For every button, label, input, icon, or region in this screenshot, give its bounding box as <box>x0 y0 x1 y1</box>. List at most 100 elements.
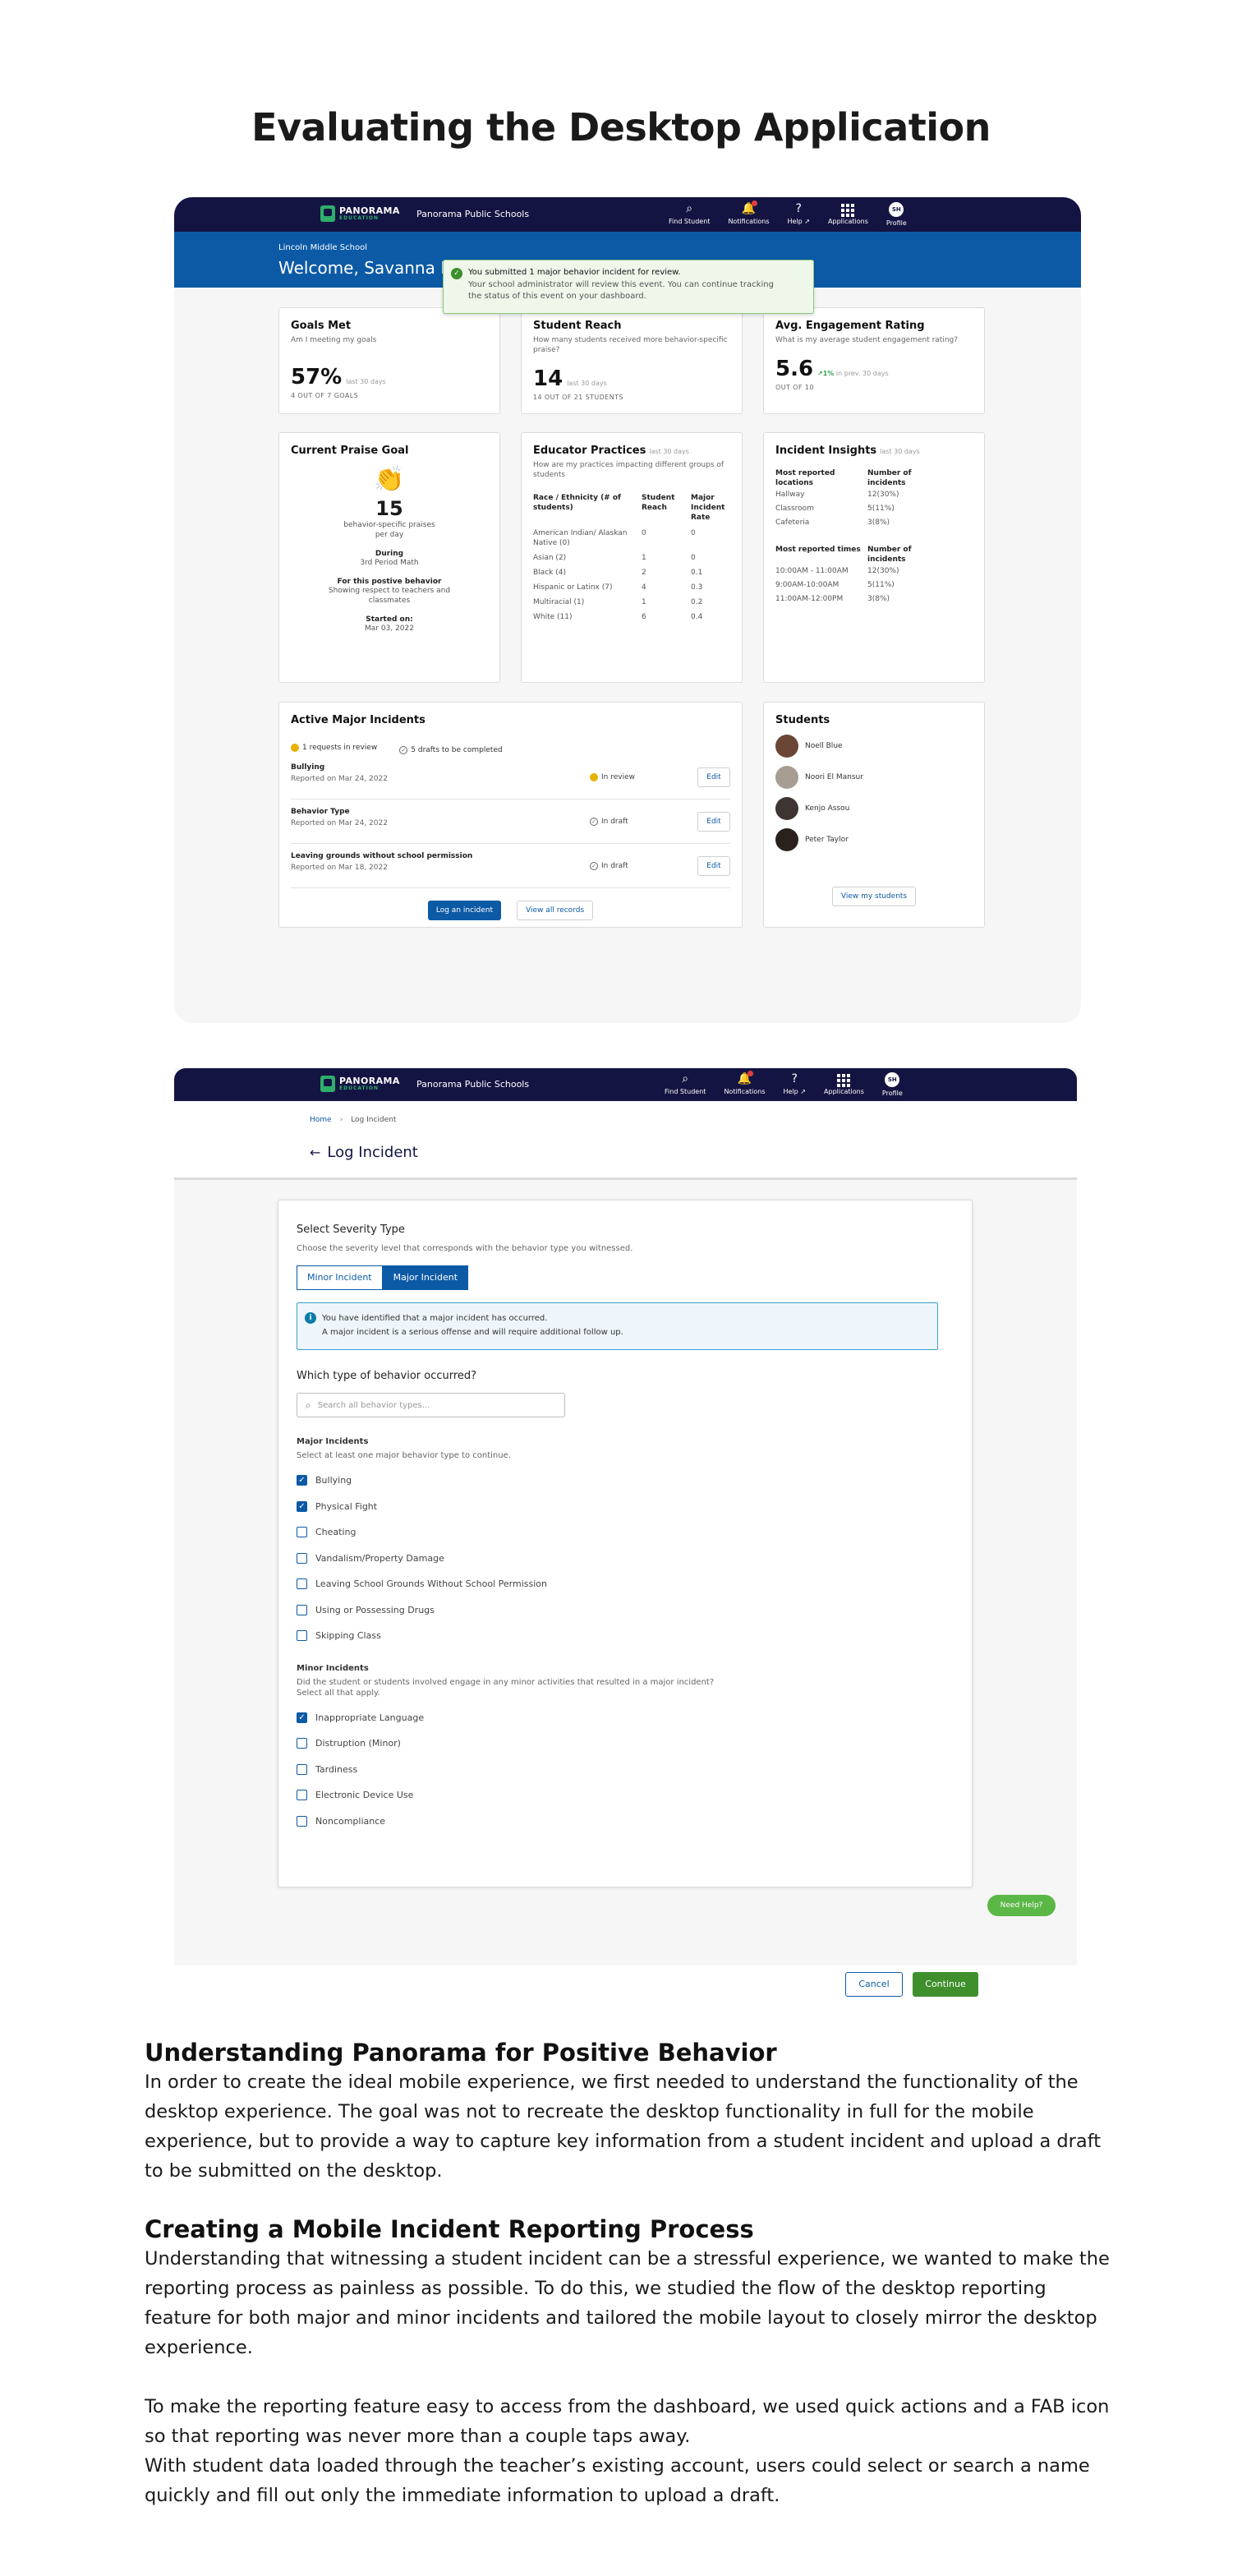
nav-label: Notifications <box>724 1088 766 1095</box>
list-item: 11:00AM-12:00PM 3(8%) <box>775 595 890 603</box>
checkbox-item[interactable]: Electronic Device Use <box>297 1782 954 1809</box>
card-title: Active Major Incidents <box>291 714 426 726</box>
checkbox-icon[interactable] <box>297 1630 307 1642</box>
minor-subtitle: Did the student or students involved eng… <box>297 1677 715 1687</box>
edit-button[interactable]: Edit <box>697 812 730 832</box>
nav-profile[interactable]: SH Profile <box>882 1072 903 1097</box>
nav-items: ⌕ Find Student 🔔 Notifications ? Help ↗ App… <box>660 200 916 227</box>
card-title: Educator Practices last 30 days <box>533 445 689 457</box>
checkbox-checked-icon[interactable]: ✓ <box>297 1500 307 1512</box>
continue-button[interactable]: Continue <box>913 1972 978 1997</box>
review-icon <box>590 773 598 781</box>
nav-find-student[interactable]: ⌕ Find Student <box>665 1072 706 1097</box>
table-row[interactable]: Leaving grounds without school permissio… <box>291 844 730 888</box>
warning-icon <box>291 744 299 752</box>
toast-title: You submitted 1 major behavior incident … <box>468 268 681 277</box>
student-reach-card[interactable]: Student Reach How many students received… <box>521 307 743 414</box>
praise-goal-card[interactable]: Current Praise Goal 👏 15 behavior-specif… <box>278 432 500 683</box>
engagement-card[interactable]: Avg. Engagement Rating What is my averag… <box>763 307 985 414</box>
list-item[interactable]: Kenjo Assou <box>775 797 973 820</box>
checkbox-icon[interactable] <box>297 1815 307 1827</box>
checkbox-label: Leaving School Grounds Without School Pe… <box>315 1578 547 1590</box>
list-item[interactable]: Noell Blue <box>775 735 973 758</box>
checkbox-icon[interactable] <box>297 1738 307 1749</box>
started-label: Started on: <box>366 615 413 624</box>
checkbox-item[interactable]: Cheating <box>297 1519 954 1546</box>
page-title-text: Log Incident <box>327 1144 418 1161</box>
list-item[interactable]: Noori El Mansur <box>775 766 973 789</box>
log-incident-button[interactable]: Log an incident <box>427 901 501 920</box>
view-all-records-button[interactable]: View all records <box>517 901 594 920</box>
period-label: last 30 days <box>567 380 607 387</box>
checkbox-label: Cheating <box>315 1527 356 1538</box>
nav-notifications[interactable]: 🔔 Notifications <box>728 200 770 227</box>
district-name: Panorama Public Schools <box>416 1079 530 1090</box>
practices-table: Race / Ethnicity (# of students) Student… <box>533 493 730 624</box>
checkbox-checked-icon[interactable]: ✓ <box>297 1475 307 1486</box>
major-incident-tab[interactable]: Major Incident <box>382 1265 469 1290</box>
nav-profile[interactable]: SH Profile <box>886 202 907 227</box>
checkbox-item[interactable]: ✓ Physical Fight <box>297 1494 954 1520</box>
behavior-search-input[interactable]: ⌕ Search all behavior types... <box>297 1393 565 1417</box>
checkbox-item[interactable]: Leaving School Grounds Without School Pe… <box>297 1571 954 1597</box>
checkbox-icon[interactable] <box>297 1578 307 1590</box>
checkbox-item[interactable]: Skipping Class <box>297 1623 954 1649</box>
student-name: Noell Blue <box>805 742 843 750</box>
breadcrumb-home[interactable]: Home <box>310 1116 332 1124</box>
nav-find-student[interactable]: ⌕ Find Student <box>669 202 710 227</box>
list-item: 10:00AM - 11:00AM 12(30%) <box>775 567 899 575</box>
bell-icon: 🔔 <box>741 200 758 215</box>
view-my-students-button[interactable]: View my students <box>831 887 917 906</box>
status-badge: In review <box>590 773 635 781</box>
checkbox-icon[interactable] <box>297 1604 307 1615</box>
card-subtitle: How are my practices impacting different… <box>533 461 724 479</box>
success-toast[interactable]: ✓ You submitted 1 major behavior inciden… <box>443 260 814 314</box>
incident-insights-card[interactable]: Incident Insights last 30 days Most repor… <box>763 432 985 683</box>
checkbox-item[interactable]: Vandalism/Property Damage <box>297 1546 954 1572</box>
count-header: Number of incidents <box>867 469 912 487</box>
review-chip[interactable]: 1 requests in review <box>291 744 377 752</box>
educator-practices-card[interactable]: Educator Practices last 30 days How are m… <box>521 432 743 683</box>
edit-button[interactable]: Edit <box>697 856 730 876</box>
minor-incident-tab[interactable]: Minor Incident <box>297 1265 383 1290</box>
section-paragraph: Understanding that witnessing a student … <box>145 2248 1110 2358</box>
district-name: Panorama Public Schools <box>416 209 530 219</box>
nav-applications[interactable]: Applications <box>824 1072 864 1097</box>
breadcrumb-current: Log Incident <box>351 1116 397 1124</box>
locations-header: Most reported locations <box>775 469 835 487</box>
checkbox-item[interactable]: Noncompliance <box>297 1809 954 1835</box>
nav-notifications[interactable]: 🔔 Notifications <box>724 1071 766 1097</box>
checkbox-item[interactable]: ✓ Inappropriate Language <box>297 1705 954 1731</box>
section-heading: Creating a Mobile Incident Reporting Pro… <box>145 2215 754 2243</box>
table-row[interactable]: Behavior Type Reported on Mar 24, 2022 ✓… <box>291 800 730 844</box>
nav-applications[interactable]: Applications <box>828 202 868 227</box>
checkbox-icon[interactable] <box>297 1790 307 1801</box>
times-header: Most reported times <box>775 546 861 554</box>
nav-help[interactable]: ? Help ↗ <box>784 1072 807 1097</box>
need-help-button[interactable]: Need Help? <box>987 1895 1056 1916</box>
table-row: Multiracial (1) 1 0.2 <box>533 598 703 606</box>
nav-help[interactable]: ? Help ↗ <box>788 202 811 227</box>
checkbox-item[interactable]: Using or Possessing Drugs <box>297 1597 954 1624</box>
table-row[interactable]: Bullying Reported on Mar 24, 2022 In rev… <box>291 755 730 800</box>
dashboard-screenshot: PANORAMA EDUCATION Panorama Public School… <box>174 197 1081 1023</box>
list-item[interactable]: Peter Taylor <box>775 828 973 851</box>
edit-button[interactable]: Edit <box>697 767 730 787</box>
draft-chip[interactable]: ✓ 5 drafts to be completed <box>399 746 503 754</box>
column-header: Major Incident Rate <box>691 494 725 522</box>
checkbox-checked-icon[interactable]: ✓ <box>297 1712 307 1723</box>
nav-label: Profile <box>881 1090 903 1097</box>
goals-met-card[interactable]: Goals Met Am I meeting my goals 57% last … <box>278 307 500 414</box>
panorama-logo[interactable]: PANORAMA EDUCATION <box>320 1076 400 1092</box>
back-arrow-icon[interactable]: ← <box>310 1145 320 1160</box>
panorama-logo[interactable]: PANORAMA EDUCATION <box>320 205 400 222</box>
checkbox-item[interactable]: Distruption (Minor) <box>297 1730 954 1757</box>
minor-subtitle: Select all that apply. <box>297 1688 380 1698</box>
checkbox-item[interactable]: ✓ Bullying <box>297 1468 954 1494</box>
checkbox-icon[interactable] <box>297 1527 307 1538</box>
checkbox-item[interactable]: Tardiness <box>297 1757 954 1783</box>
checkbox-icon[interactable] <box>297 1552 307 1564</box>
cancel-button[interactable]: Cancel <box>845 1972 903 1997</box>
checkbox-icon[interactable] <box>297 1763 307 1775</box>
student-avatar <box>775 766 798 789</box>
